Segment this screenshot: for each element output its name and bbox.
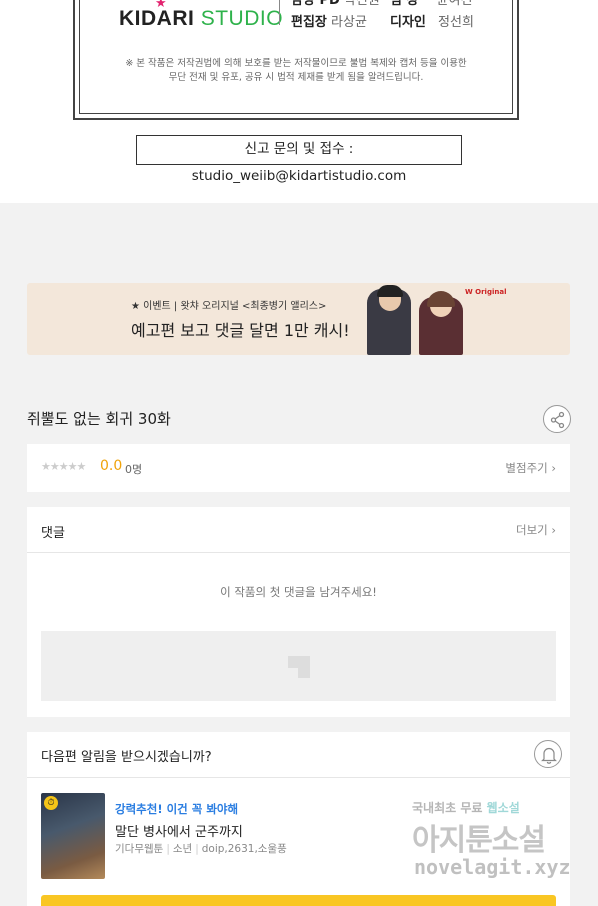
banner-subtitle: ★ 이벤트 | 왓챠 오리지널 <최종병기 앨리스> bbox=[131, 301, 327, 312]
comments-empty-message: 이 작품의 첫 댓글을 남겨주세요! bbox=[220, 585, 377, 599]
credits-inner-frame: KIDARI STUDIO ★ 담당 PD 박진원 팀 장 윤여건 편집장 라상… bbox=[79, 0, 513, 114]
report-contact: 신고 문의 및 접수 : studio_weiib@kidartistudio.… bbox=[136, 135, 462, 184]
staff-editor: 편집장 라상균 bbox=[291, 15, 367, 30]
comment-input-area[interactable] bbox=[41, 631, 556, 701]
logo-star-icon: ★ bbox=[155, 0, 168, 10]
credits-section: KIDARI STUDIO ★ 담당 PD 박진원 팀 장 윤여건 편집장 라상… bbox=[0, 0, 598, 203]
bell-icon bbox=[541, 747, 557, 764]
notify-bell-button[interactable] bbox=[534, 740, 562, 768]
comment-placeholder-icon bbox=[288, 656, 310, 678]
notify-divider bbox=[27, 777, 570, 778]
share-icon bbox=[550, 411, 565, 429]
comments-more-link[interactable]: 더보기 › bbox=[516, 522, 556, 538]
event-banner[interactable]: ★ 이벤트 | 왓챠 오리지널 <최종병기 앨리스> 예고편 보고 댓글 달면 … bbox=[27, 283, 570, 355]
recommend-title[interactable]: 말단 병사에서 군주까지 bbox=[115, 821, 243, 840]
credits-divider bbox=[279, 0, 280, 25]
wait-free-clock-icon: ⏱ bbox=[44, 796, 58, 810]
staff-team-lead: 팀 장 윤여건 bbox=[390, 0, 473, 8]
banner-character-2-hair bbox=[427, 291, 455, 307]
comments-card: 댓글 더보기 › 이 작품의 첫 댓글을 남겨주세요! bbox=[27, 507, 570, 717]
recommend-tag: 강력추천! 이건 꼭 봐야해 bbox=[115, 802, 239, 816]
credits-box: KIDARI STUDIO ★ 담당 PD 박진원 팀 장 윤여건 편집장 라상… bbox=[73, 0, 519, 120]
recommend-meta: 기다무웹툰 | 소년 | doip,2631,소울풍 bbox=[115, 843, 287, 855]
rating-count: 0명 bbox=[125, 463, 143, 476]
rating-score: 0.0 bbox=[100, 458, 123, 474]
staff-designer: 디자인 정선희 bbox=[390, 15, 474, 30]
rating-stars: ★★★★★ bbox=[41, 460, 86, 473]
staff-pd: 담당 PD 박진원 bbox=[291, 0, 380, 8]
rate-button[interactable]: 별점주기 › bbox=[505, 460, 556, 476]
next-episode-notify-card: 다음편 알림을 받으시겠습니까? ⏱ 강력추천! 이건 꼭 봐야해 말단 병사에… bbox=[27, 732, 570, 906]
recommend-thumbnail[interactable]: ⏱ bbox=[41, 793, 105, 879]
kidari-studio-logo: KIDARI STUDIO ★ bbox=[119, 0, 283, 31]
notify-question: 다음편 알림을 받으시겠습니까? bbox=[41, 750, 212, 765]
banner-title: 예고편 보고 댓글 달면 1만 캐시! bbox=[131, 321, 350, 340]
episode-title: 쥐뿔도 없는 회귀 30화 bbox=[27, 410, 171, 428]
comments-divider bbox=[27, 552, 570, 553]
rating-card: ★★★★★ 0.0 0명 별점주기 › bbox=[27, 444, 570, 492]
share-button[interactable] bbox=[543, 405, 571, 433]
comments-header: 댓글 bbox=[41, 526, 65, 541]
notify-cta-button[interactable] bbox=[41, 895, 556, 906]
banner-badge: W Original bbox=[465, 288, 507, 296]
banner-character-1-hair bbox=[377, 285, 403, 297]
copyright-notice: ※ 본 작품은 저작권법에 의해 보호를 받는 저작물이므로 불법 복제와 캡처… bbox=[125, 58, 467, 83]
